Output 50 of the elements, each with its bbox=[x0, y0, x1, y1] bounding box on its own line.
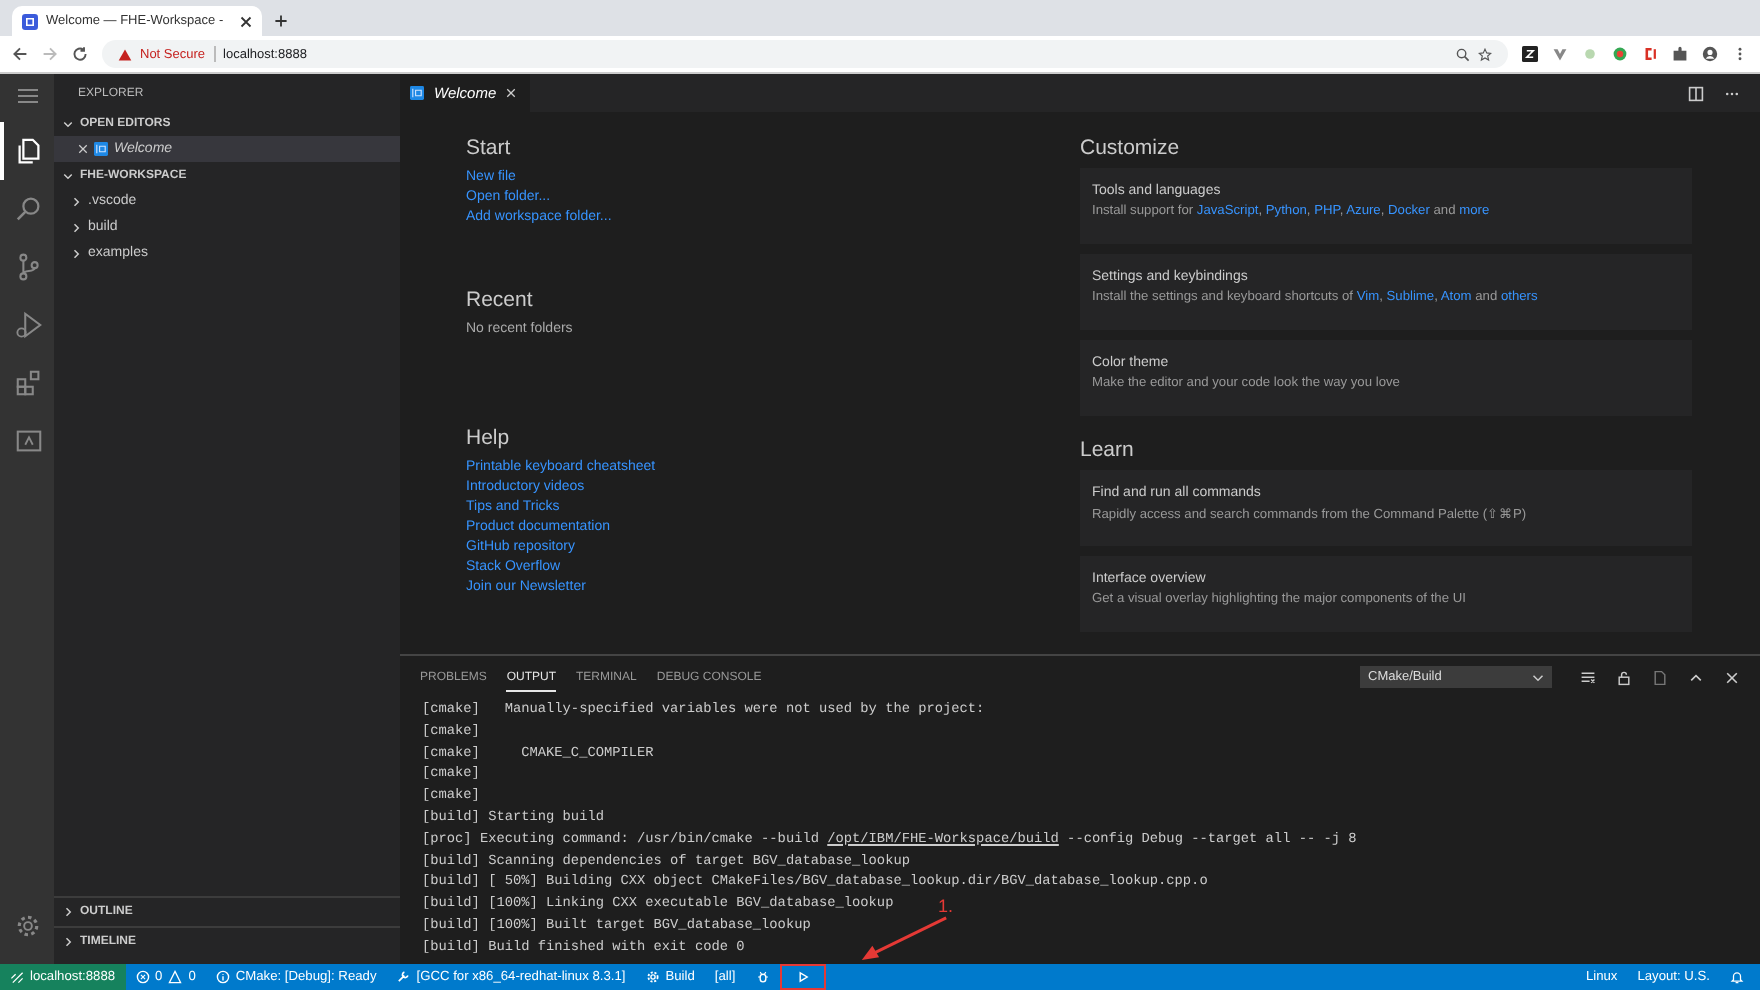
document-icon bbox=[94, 142, 108, 156]
annotation-arrow bbox=[858, 914, 950, 964]
close-icon[interactable] bbox=[240, 15, 252, 27]
monitor-icon bbox=[14, 426, 44, 456]
app-favicon-icon bbox=[22, 13, 38, 29]
chevron-icon bbox=[70, 221, 82, 233]
warning-icon bbox=[118, 47, 132, 61]
extension-icon[interactable] bbox=[1522, 46, 1538, 62]
play-icon bbox=[795, 970, 810, 984]
split-editor-icon[interactable] bbox=[1688, 85, 1704, 101]
puzzle-icon[interactable] bbox=[1672, 46, 1688, 62]
remote-icon bbox=[10, 970, 24, 984]
chevron-icon bbox=[62, 117, 74, 129]
zoom-icon[interactable] bbox=[1456, 47, 1470, 61]
document-icon bbox=[410, 86, 424, 100]
lock-icon[interactable] bbox=[1616, 669, 1632, 685]
back-icon[interactable] bbox=[12, 46, 28, 62]
gear-icon bbox=[645, 970, 660, 984]
wrench-icon bbox=[396, 970, 411, 984]
chevron-icon bbox=[62, 906, 74, 918]
profile-icon[interactable] bbox=[1702, 46, 1718, 62]
search-icon bbox=[14, 194, 44, 224]
star-icon[interactable] bbox=[1478, 47, 1492, 61]
files-icon bbox=[14, 136, 44, 166]
section-heading: Start bbox=[466, 136, 513, 160]
run-button[interactable] bbox=[779, 964, 826, 990]
branch-icon bbox=[14, 252, 44, 282]
run-debug-icon bbox=[14, 310, 44, 340]
chevron-up-icon[interactable] bbox=[1688, 669, 1704, 685]
new-tab-icon[interactable] bbox=[274, 14, 288, 28]
clear-output-icon[interactable] bbox=[1580, 669, 1596, 685]
section-heading: Customize bbox=[1080, 136, 1182, 160]
chevron-icon bbox=[62, 936, 74, 948]
bell-icon[interactable] bbox=[1730, 970, 1744, 984]
chevron-icon bbox=[62, 169, 74, 181]
annotation-label: 1. bbox=[938, 898, 954, 916]
document-icon[interactable] bbox=[1652, 669, 1668, 685]
section-heading: Learn bbox=[1080, 438, 1136, 462]
reload-icon[interactable] bbox=[72, 46, 88, 62]
error-icon bbox=[135, 970, 150, 984]
bug-icon bbox=[755, 970, 770, 984]
warning-icon bbox=[168, 970, 183, 984]
settings-icon[interactable] bbox=[13, 912, 41, 940]
info-icon bbox=[215, 970, 230, 984]
extensions-icon bbox=[14, 368, 44, 398]
chevron-icon bbox=[70, 247, 82, 259]
chevron-down-icon bbox=[1532, 671, 1544, 683]
section-heading: Help bbox=[466, 426, 512, 450]
section-heading: Recent bbox=[466, 288, 535, 312]
chevron-icon bbox=[70, 195, 82, 207]
